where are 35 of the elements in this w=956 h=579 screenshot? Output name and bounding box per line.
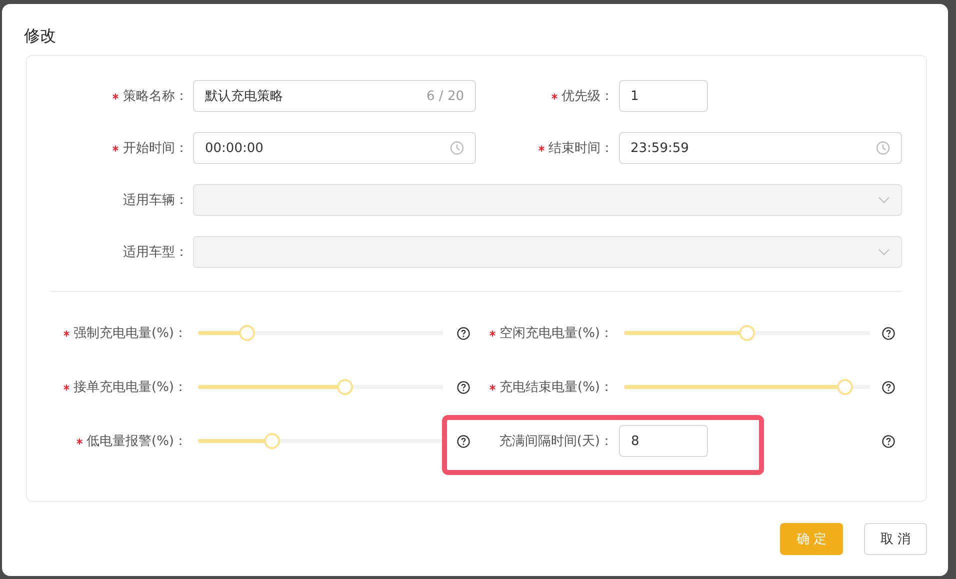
field-label: 强制充电电量(%)： [74,325,187,342]
field-label: 优先级： [562,88,614,105]
dialog-title: 修改 [24,26,57,46]
cancel-button[interactable]: 取 消 [864,523,927,555]
field-label: 空闲充电电量(%)： [500,325,613,342]
name-field[interactable]: 默认充电策略 6 / 20 [193,80,476,112]
help-icon[interactable] [457,434,470,448]
slider-handle[interactable] [739,325,755,341]
field-label: 适用车型： [123,244,188,261]
help-icon[interactable] [882,380,895,394]
slider-handle[interactable] [239,325,255,341]
slider-handle[interactable] [264,433,280,449]
chevron-down-icon [878,196,890,204]
clock-icon [450,141,464,155]
field-label: 结束时间： [548,140,614,157]
days-field[interactable]: 8 [619,425,708,457]
field-label: 充满间隔时间(天)： [498,433,613,450]
help-icon[interactable] [457,380,470,394]
chevron-down-icon [878,248,890,256]
field-label: 开始时间： [123,140,188,157]
field-label: 策略名称： [123,88,188,105]
clock-icon [876,141,890,155]
priority-field[interactable]: 1 [618,80,708,112]
help-icon[interactable] [882,434,895,448]
time-field[interactable]: 23:59:59 [618,132,902,164]
field-label: 充电结束电量(%)： [500,379,613,396]
help-icon[interactable] [457,326,470,340]
field-label: 接单充电电量(%)： [74,379,187,396]
field-label: 低电量报警(%)： [86,433,187,450]
character-counter: 6 / 20 [426,88,464,104]
field-label: 适用车辆： [123,192,188,209]
slider-handle[interactable] [837,379,854,395]
help-icon[interactable] [882,326,895,340]
time-field[interactable]: 00:00:00 [193,132,476,164]
slider-handle[interactable] [337,379,353,395]
